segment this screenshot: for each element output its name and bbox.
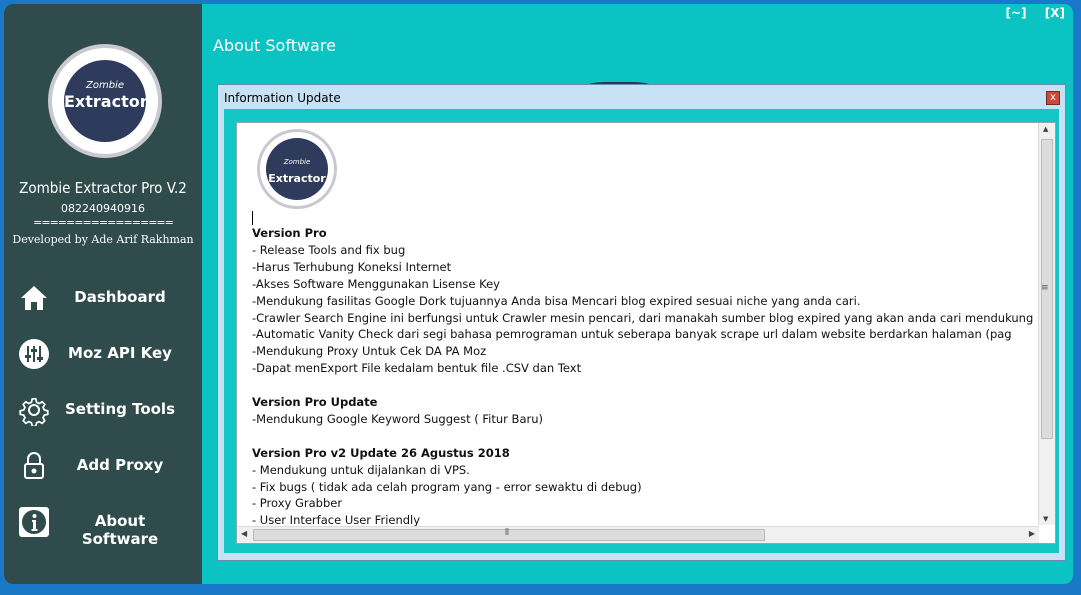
info-line: -Mendukung Proxy Untuk Cek DA PA Moz xyxy=(252,344,487,359)
logo-text-top: Zombie xyxy=(86,80,124,91)
lock-icon xyxy=(18,450,50,482)
nav-dashboard[interactable]: Dashboard xyxy=(4,278,202,318)
info-line: -Crawler Search Engine ini berfungsi unt… xyxy=(252,310,1034,325)
content-logo: Zombie Extractor xyxy=(257,129,337,209)
grip-icon: ≡ xyxy=(1041,283,1049,293)
info-line: - Release Tools and fix bug xyxy=(252,242,406,257)
app-phone: 082240940916 xyxy=(61,202,145,215)
nav-label: Add Proxy xyxy=(76,456,164,474)
nav-about-software[interactable]: About Software xyxy=(4,502,202,548)
info-line: -Mendukung Google Keyword Suggest ( Fitu… xyxy=(252,411,543,426)
dialog-body: Zombie Extractor Version Pro - Release To… xyxy=(224,109,1059,553)
nav-label: About Software xyxy=(81,512,159,548)
grip-icon: ⦀ xyxy=(505,528,509,538)
scroll-left-icon[interactable]: ◀ xyxy=(241,529,247,538)
info-line: -Harus Terhubung Koneksi Internet xyxy=(252,259,452,274)
nav-label: Setting Tools xyxy=(64,400,176,418)
gear-icon xyxy=(18,394,50,428)
info-line: -Dapat menExport File kedalam bentuk fil… xyxy=(252,361,582,376)
logo-text-main: Extractor xyxy=(64,92,148,111)
page-title: About Software xyxy=(213,36,336,55)
nav-label: Dashboard xyxy=(74,288,166,306)
nav-setting-tools[interactable]: Setting Tools xyxy=(4,390,202,430)
home-icon xyxy=(18,282,50,314)
scroll-up-icon[interactable]: ▲ xyxy=(1043,125,1048,133)
info-content: Zombie Extractor Version Pro - Release To… xyxy=(252,127,1042,529)
info-textbox[interactable]: Zombie Extractor Version Pro - Release To… xyxy=(236,122,1056,544)
dialog-close-button[interactable]: x xyxy=(1046,91,1060,105)
info-line: -Akses Software Menggunakan Lisense Key xyxy=(252,276,500,291)
dialog-title: Information Update xyxy=(224,91,341,105)
info-line: - Fix bugs ( tidak ada celah program yan… xyxy=(252,479,642,494)
nav-moz-api-key[interactable]: Moz API Key xyxy=(4,334,202,374)
window-controls: [~] [X] xyxy=(992,6,1065,20)
info-lines: Version Pro - Release Tools and fix bug -H… xyxy=(252,225,1042,529)
horizontal-scrollbar[interactable]: ◀ ⦀ ▶ xyxy=(237,526,1039,543)
sliders-icon xyxy=(18,338,50,370)
separator: ================= xyxy=(33,216,174,229)
app-logo: Zombie Extractor xyxy=(48,44,162,158)
info-line: -Automatic Vanity Check dari segi bahasa… xyxy=(252,327,1012,342)
logo-text-main: Extractor xyxy=(268,171,326,185)
restore-button[interactable]: [~] xyxy=(1006,6,1027,20)
info-line: -Mendukung fasilitas Google Dork tujuann… xyxy=(252,293,861,308)
info-line: Version Pro v2 Update 26 Agustus 2018 xyxy=(252,445,510,460)
information-update-dialog: Information Update x Zombie Extractor Ve… xyxy=(217,84,1066,561)
info-line: - Proxy Grabber xyxy=(252,496,343,511)
info-line: Version Pro xyxy=(252,226,327,240)
close-button[interactable]: [X] xyxy=(1045,6,1065,20)
scroll-down-icon[interactable]: ▼ xyxy=(1043,515,1048,523)
scroll-thumb[interactable] xyxy=(253,529,765,541)
info-icon xyxy=(18,506,50,538)
app-name: Zombie Extractor Pro V.2 xyxy=(19,179,187,197)
nav-label: Moz API Key xyxy=(68,344,172,362)
logo-text-top: Zombie xyxy=(283,158,311,166)
text-caret xyxy=(252,211,253,225)
nav-add-proxy[interactable]: Add Proxy xyxy=(4,446,202,486)
app-window: Zombie Extractor Zombie Extractor Pro V.… xyxy=(4,4,1073,584)
info-line: Version Pro Update xyxy=(252,395,378,410)
developer-credit: Developed by Ade Arif Rakhman xyxy=(12,233,194,246)
vertical-scrollbar[interactable]: ▲ ≡ ▼ xyxy=(1038,123,1055,525)
info-line: - Mendukung untuk dijalankan di VPS. xyxy=(252,462,470,477)
sidebar: Zombie Extractor Zombie Extractor Pro V.… xyxy=(4,4,202,584)
scroll-right-icon[interactable]: ▶ xyxy=(1029,529,1035,538)
